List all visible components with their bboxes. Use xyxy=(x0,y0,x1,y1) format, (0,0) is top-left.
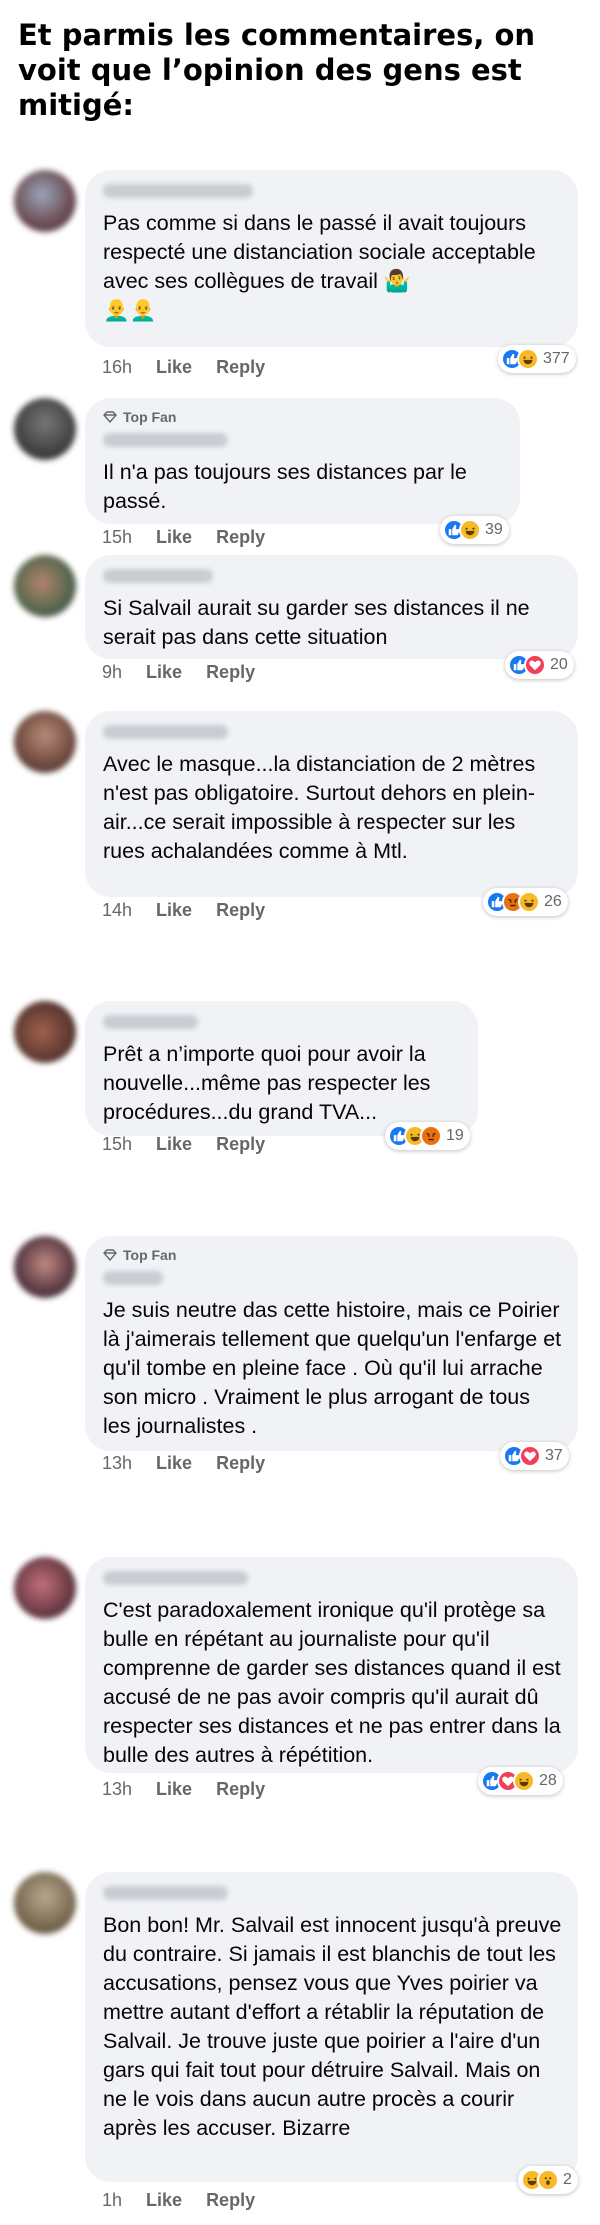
author-name-blurred[interactable] xyxy=(103,725,228,739)
reaction-count: 377 xyxy=(543,350,570,367)
avatar[interactable] xyxy=(14,170,76,232)
reactions-summary[interactable]: 28 xyxy=(478,1767,563,1795)
haha-reaction-icon xyxy=(517,348,539,370)
author-name-blurred[interactable] xyxy=(103,433,228,447)
comment-bubble: Top Fan Je suis neutre das cette histoir… xyxy=(85,1236,578,1451)
timestamp[interactable]: 9h xyxy=(102,662,122,683)
comment-bubble: Pas comme si dans le passé il avait touj… xyxy=(85,170,578,347)
author-name-blurred[interactable] xyxy=(103,569,213,583)
reactions-summary[interactable]: 377 xyxy=(498,345,576,373)
comment-text: Bon bon! Mr. Salvail est innocent jusqu'… xyxy=(103,1913,562,2140)
love-reaction-icon xyxy=(519,1445,541,1467)
avatar[interactable] xyxy=(14,711,76,773)
reply-button[interactable]: Reply xyxy=(206,662,255,683)
reaction-count: 37 xyxy=(545,1447,563,1464)
reply-button[interactable]: Reply xyxy=(216,900,265,921)
author-name-blurred[interactable] xyxy=(103,1886,228,1900)
timestamp[interactable]: 13h xyxy=(102,1779,132,1800)
author-name-blurred[interactable] xyxy=(103,1571,248,1585)
haha-reaction-icon xyxy=(513,1770,535,1792)
avatar[interactable] xyxy=(14,1872,76,1934)
reply-button[interactable]: Reply xyxy=(206,2190,255,2211)
like-button[interactable]: Like xyxy=(156,1779,192,1800)
reply-button[interactable]: Reply xyxy=(216,1779,265,1800)
like-button[interactable]: Like xyxy=(156,357,192,378)
like-button[interactable]: Like xyxy=(156,1453,192,1474)
comment-bubble: Si Salvail aurait su garder ses distance… xyxy=(85,555,578,659)
diamond-icon xyxy=(103,411,117,423)
reactions-summary[interactable]: 26 xyxy=(483,888,568,916)
comment-actions: 13h Like Reply xyxy=(102,1779,265,1800)
reactions-summary[interactable]: 37 xyxy=(500,1442,569,1470)
comment-actions: 16h Like Reply xyxy=(102,357,265,378)
comment-actions: 1h Like Reply xyxy=(102,2190,255,2211)
comment-bubble: Avec le masque...la distanciation de 2 m… xyxy=(85,711,578,897)
top-fan-label: Top Fan xyxy=(123,1247,177,1263)
author-name-blurred[interactable] xyxy=(103,1015,198,1029)
avatar[interactable] xyxy=(14,555,76,617)
comment-bubble: Top Fan Il n'a pas toujours ses distance… xyxy=(85,398,520,524)
comment-text: Je suis neutre das cette histoire, mais … xyxy=(103,1298,562,1438)
comment-text: Si Salvail aurait su garder ses distance… xyxy=(103,596,530,649)
avatar[interactable] xyxy=(14,398,76,460)
reactions-summary[interactable]: 20 xyxy=(505,651,574,679)
comment-text: Il n'a pas toujours ses distances par le… xyxy=(103,460,467,513)
timestamp[interactable]: 13h xyxy=(102,1453,132,1474)
like-button[interactable]: Like xyxy=(156,527,192,548)
reply-button[interactable]: Reply xyxy=(216,357,265,378)
like-button[interactable]: Like xyxy=(156,900,192,921)
author-name-blurred[interactable] xyxy=(103,1271,163,1285)
top-fan-badge: Top Fan xyxy=(103,1247,562,1263)
love-reaction-icon xyxy=(524,654,546,676)
avatar[interactable] xyxy=(14,1557,76,1619)
reaction-count: 28 xyxy=(539,1772,557,1789)
timestamp[interactable]: 16h xyxy=(102,357,132,378)
reaction-count: 19 xyxy=(446,1127,464,1144)
timestamp[interactable]: 14h xyxy=(102,900,132,921)
comment-bubble: C'est paradoxalement ironique qu'il prot… xyxy=(85,1557,578,1773)
reaction-count: 39 xyxy=(485,521,503,538)
timestamp[interactable]: 15h xyxy=(102,527,132,548)
reply-button[interactable]: Reply xyxy=(216,1134,265,1155)
avatar[interactable] xyxy=(14,1236,76,1298)
reaction-count: 2 xyxy=(563,2171,572,2188)
reactions-summary[interactable]: 2 xyxy=(518,2166,578,2194)
top-fan-label: Top Fan xyxy=(123,409,177,425)
comment-text: C'est paradoxalement ironique qu'il prot… xyxy=(103,1598,561,1767)
comment-actions: 15h Like Reply xyxy=(102,1134,265,1155)
comment-bubble: Bon bon! Mr. Salvail est innocent jusqu'… xyxy=(85,1872,578,2182)
reactions-summary[interactable]: 39 xyxy=(440,516,509,544)
reply-button[interactable]: Reply xyxy=(216,1453,265,1474)
like-button[interactable]: Like xyxy=(146,2190,182,2211)
timestamp[interactable]: 1h xyxy=(102,2190,122,2211)
haha-reaction-icon xyxy=(518,891,540,913)
haha-reaction-icon xyxy=(459,519,481,541)
angry-reaction-icon xyxy=(420,1125,442,1147)
comment-actions: 9h Like Reply xyxy=(102,662,255,683)
comment-bubble: Prêt a n’importe quoi pour avoir la nouv… xyxy=(85,1001,478,1136)
comment-actions: 15h Like Reply xyxy=(102,527,265,548)
author-name-blurred[interactable] xyxy=(103,184,253,198)
avatar[interactable] xyxy=(14,1001,76,1063)
like-button[interactable]: Like xyxy=(146,662,182,683)
top-fan-badge: Top Fan xyxy=(103,409,504,425)
comment-text: Pas comme si dans le passé il avait touj… xyxy=(103,211,536,322)
reaction-count: 26 xyxy=(544,893,562,910)
reply-button[interactable]: Reply xyxy=(216,527,265,548)
comment-actions: 14h Like Reply xyxy=(102,900,265,921)
comment-actions: 13h Like Reply xyxy=(102,1453,265,1474)
reaction-count: 20 xyxy=(550,656,568,673)
diamond-icon xyxy=(103,1249,117,1261)
comment-text: Avec le masque...la distanciation de 2 m… xyxy=(103,752,536,863)
timestamp[interactable]: 15h xyxy=(102,1134,132,1155)
headline: Et parmis les commentaires, on voit que … xyxy=(18,18,536,122)
wow-reaction-icon xyxy=(537,2169,559,2191)
comment-text: Prêt a n’importe quoi pour avoir la nouv… xyxy=(103,1042,431,1124)
reactions-summary[interactable]: 19 xyxy=(385,1122,470,1150)
like-button[interactable]: Like xyxy=(156,1134,192,1155)
